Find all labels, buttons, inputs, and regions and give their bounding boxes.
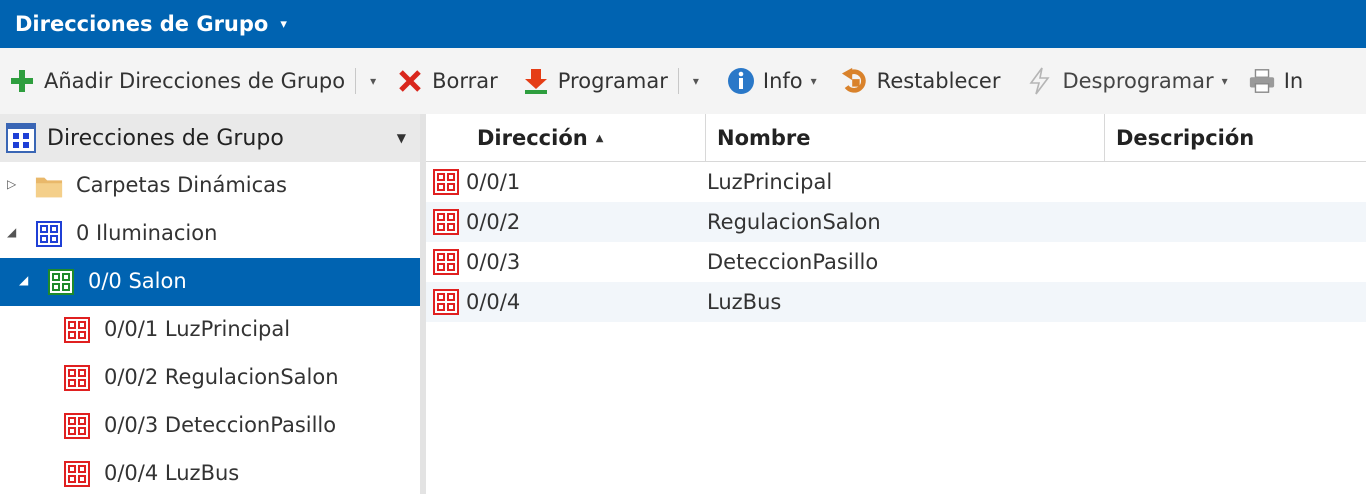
- tree-node-main-group[interactable]: ◢ 0 Iluminacion: [0, 210, 420, 258]
- program-dropdown-icon[interactable]: ▾: [689, 74, 703, 88]
- info-icon: [727, 67, 755, 95]
- printer-icon: [1248, 67, 1276, 95]
- column-header-label: Dirección: [477, 126, 588, 150]
- cell-address: 0/0/1: [466, 170, 521, 194]
- unprogram-button[interactable]: Desprogramar ▾: [1026, 61, 1231, 101]
- table-row[interactable]: 0/0/2 RegulacionSalon: [426, 202, 1366, 242]
- group-address-icon: [63, 412, 91, 440]
- collapse-arrow-icon[interactable]: ◢: [19, 273, 28, 287]
- cell-name: LuzBus: [707, 290, 782, 314]
- download-icon: [522, 67, 550, 95]
- tree-node-middle-group[interactable]: ◢ 0/0 Salon: [0, 258, 420, 306]
- group-address-icon: [433, 169, 459, 195]
- info-button[interactable]: Info ▾: [727, 61, 821, 101]
- print-button[interactable]: In: [1248, 61, 1304, 101]
- lightning-icon: [1026, 67, 1054, 95]
- delete-label: Borrar: [432, 69, 498, 93]
- print-label: In: [1283, 69, 1304, 93]
- group-address-icon: [63, 316, 91, 344]
- title-bar[interactable]: Direcciones de Grupo ▾: [0, 0, 1366, 48]
- toolbar: Añadir Direcciones de Grupo ▾ Borrar Pro…: [0, 48, 1366, 114]
- group-address-tree: Direcciones de Grupo ▼ ▷ Carpetas Dinámi…: [0, 114, 420, 494]
- folder-icon: [35, 172, 63, 200]
- window-title: Direcciones de Grupo: [15, 12, 269, 36]
- cell-address: 0/0/4: [466, 290, 521, 314]
- program-button[interactable]: Programar: [522, 61, 668, 101]
- delete-button[interactable]: Borrar: [396, 61, 498, 101]
- middle-group-icon: [47, 268, 75, 296]
- tree-node-label: 0/0/3 DeteccionPasillo: [104, 413, 337, 437]
- group-address-icon: [63, 364, 91, 392]
- tree-node-label: 0/0/2 RegulacionSalon: [104, 365, 339, 389]
- close-icon: [396, 67, 424, 95]
- cell-address: 0/0/3: [466, 250, 521, 274]
- table-row[interactable]: 0/0/1 LuzPrincipal: [426, 162, 1366, 202]
- tree-node-group-address[interactable]: 0/0/1 LuzPrincipal: [0, 306, 420, 354]
- group-address-icon: [433, 209, 459, 235]
- expand-arrow-icon[interactable]: ▷: [7, 177, 16, 191]
- column-header-name[interactable]: Nombre: [717, 114, 811, 162]
- tree-header-dropdown-icon[interactable]: ▼: [397, 131, 406, 145]
- tree-node-label: 0 Iluminacion: [76, 221, 218, 245]
- title-dropdown-icon[interactable]: ▾: [280, 17, 287, 32]
- collapse-arrow-icon[interactable]: ◢: [7, 225, 16, 239]
- column-divider[interactable]: [1104, 114, 1105, 162]
- tree-node-label: 0/0/4 LuzBus: [104, 461, 240, 485]
- tree-node-label: 0/0 Salon: [88, 269, 187, 293]
- column-header-label: Nombre: [717, 126, 811, 150]
- unprogram-dropdown-icon[interactable]: ▾: [1218, 74, 1232, 88]
- tree-header-title: Direcciones de Grupo: [47, 125, 284, 151]
- reset-button[interactable]: Restablecer: [841, 61, 1001, 101]
- table-row[interactable]: 0/0/4 LuzBus: [426, 282, 1366, 322]
- column-divider[interactable]: [705, 114, 706, 162]
- add-group-addresses-button[interactable]: Añadir Direcciones de Grupo: [8, 61, 345, 101]
- group-address-table: Dirección ▲ Nombre Descripción 0/0/1 Luz…: [426, 114, 1366, 494]
- plus-icon: [8, 67, 36, 95]
- tree-header[interactable]: Direcciones de Grupo ▼: [0, 114, 420, 162]
- sort-ascending-icon: ▲: [595, 132, 604, 144]
- add-dropdown-icon[interactable]: ▾: [366, 74, 380, 88]
- main-group-icon: [35, 220, 63, 248]
- grid-icon: [6, 123, 36, 153]
- tree-node-group-address[interactable]: 0/0/3 DeteccionPasillo: [0, 402, 420, 450]
- cell-name: DeteccionPasillo: [707, 250, 879, 274]
- group-address-icon: [433, 289, 459, 315]
- group-address-icon: [63, 460, 91, 488]
- toolbar-separator: [355, 68, 357, 94]
- cell-name: LuzPrincipal: [707, 170, 833, 194]
- undo-icon: [841, 67, 869, 95]
- tree-node-group-address[interactable]: 0/0/4 LuzBus: [0, 450, 420, 498]
- group-address-icon: [433, 249, 459, 275]
- column-header-label: Descripción: [1116, 126, 1255, 150]
- column-header-address[interactable]: Dirección ▲: [477, 114, 603, 162]
- tree-node-group-address[interactable]: 0/0/2 RegulacionSalon: [0, 354, 420, 402]
- cell-name: RegulacionSalon: [707, 210, 881, 234]
- table-row[interactable]: 0/0/3 DeteccionPasillo: [426, 242, 1366, 282]
- table-header: Dirección ▲ Nombre Descripción: [426, 114, 1366, 162]
- column-header-description[interactable]: Descripción: [1116, 114, 1254, 162]
- info-label: Info: [762, 69, 803, 93]
- program-label: Programar: [557, 69, 668, 93]
- reset-label: Restablecer: [876, 69, 1001, 93]
- unprogram-label: Desprogramar: [1062, 69, 1214, 93]
- tree-node-dynamic-folders[interactable]: ▷ Carpetas Dinámicas: [0, 162, 420, 210]
- cell-address: 0/0/2: [466, 210, 521, 234]
- toolbar-separator: [677, 68, 679, 94]
- info-dropdown-icon[interactable]: ▾: [807, 74, 821, 88]
- tree-node-label: 0/0/1 LuzPrincipal: [104, 317, 291, 341]
- add-group-addresses-label: Añadir Direcciones de Grupo: [44, 69, 346, 93]
- tree-node-label: Carpetas Dinámicas: [76, 173, 287, 197]
